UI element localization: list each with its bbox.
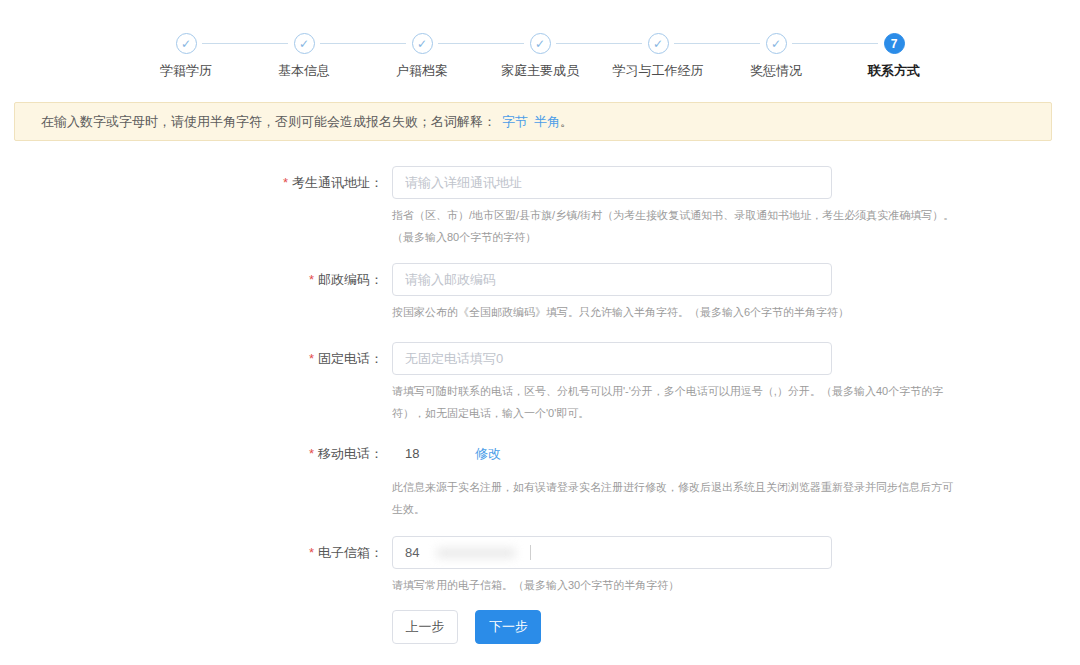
step-5-experience[interactable]: ✓ 学习与工作经历 [599, 33, 717, 80]
address-input[interactable] [392, 166, 832, 199]
step-1-education[interactable]: ✓ 学籍学历 [127, 33, 245, 80]
step-label: 奖惩情况 [750, 62, 802, 80]
required-asterisk: * [309, 272, 314, 287]
prev-step-button[interactable]: 上一步 [392, 610, 458, 644]
mobile-label: 移动电话： [318, 446, 383, 461]
mobile-value: 18 [405, 446, 419, 461]
step-circle: 7 [884, 33, 905, 54]
notice-banner: 在输入数字或字母时，请使用半角字符，否则可能会造成报名失败；名词解释： 字节半角。 [14, 102, 1052, 141]
notice-text: 在输入数字或字母时，请使用半角字符，否则可能会造成报名失败；名词解释： [41, 113, 496, 131]
text-cursor [530, 545, 531, 560]
postcode-input[interactable] [392, 263, 832, 296]
step-number: 7 [891, 37, 898, 51]
step-label: 学籍学历 [160, 62, 212, 80]
field-postcode: * 邮政编码： 按国家公布的《全国邮政编码》填写。只允许输入半角字符。（最多输入6… [0, 263, 1080, 323]
step-label: 基本信息 [278, 62, 330, 80]
required-asterisk: * [309, 446, 314, 461]
field-email: * 电子信箱： 请填写常用的电子信箱。（最多输入30个字节的半角字符） [0, 536, 1080, 596]
step-label: 户籍档案 [396, 62, 448, 80]
field-mobile: * 移动电话： 18 修改 此信息来源于实名注册，如有误请登录实名注册进行修改，修… [0, 437, 1080, 520]
step-7-contact[interactable]: 7 联系方式 [835, 33, 953, 80]
step-circle: ✓ [530, 33, 551, 54]
byte-link[interactable]: 字节 [502, 113, 528, 131]
required-asterisk: * [309, 545, 314, 560]
form-actions: 上一步 下一步 [0, 610, 1080, 644]
required-asterisk: * [283, 175, 288, 190]
check-icon: ✓ [417, 37, 427, 51]
check-icon: ✓ [771, 37, 781, 51]
modify-link[interactable]: 修改 [475, 446, 501, 461]
postcode-help: 按国家公布的《全国邮政编码》填写。只允许输入半角字符。（最多输入6个字节的半角字… [392, 301, 945, 323]
stepper: ✓ 学籍学历 ✓ 基本信息 ✓ 户籍档案 ✓ 家庭主要成员 ✓ 学习与工作经历 … [0, 0, 1080, 80]
step-4-family[interactable]: ✓ 家庭主要成员 [481, 33, 599, 80]
check-icon: ✓ [653, 37, 663, 51]
field-address: * 考生通讯地址： 指省（区、市）/地市区盟/县市旗/乡镇/街村（为考生接收复试通… [0, 166, 1080, 248]
step-6-rewards[interactable]: ✓ 奖惩情况 [717, 33, 835, 80]
step-circle: ✓ [766, 33, 787, 54]
step-label: 学习与工作经历 [613, 62, 704, 80]
censored-blur [437, 548, 515, 558]
check-icon: ✓ [535, 37, 545, 51]
next-step-button[interactable]: 下一步 [475, 610, 541, 644]
step-label: 家庭主要成员 [501, 62, 579, 80]
halfwidth-link[interactable]: 半角 [534, 113, 560, 131]
step-label: 联系方式 [868, 62, 920, 80]
email-label: 电子信箱： [318, 545, 383, 560]
notice-suffix: 。 [560, 113, 573, 131]
step-2-basic-info[interactable]: ✓ 基本信息 [245, 33, 363, 80]
registration-contact-page: ✓ 学籍学历 ✓ 基本信息 ✓ 户籍档案 ✓ 家庭主要成员 ✓ 学习与工作经历 … [0, 0, 1080, 665]
contact-form: * 考生通讯地址： 指省（区、市）/地市区盟/县市旗/乡镇/街村（为考生接收复试通… [0, 166, 1080, 644]
step-circle: ✓ [176, 33, 197, 54]
step-circle: ✓ [648, 33, 669, 54]
required-asterisk: * [309, 351, 314, 366]
landline-label: 固定电话： [318, 351, 383, 366]
postcode-label: 邮政编码： [318, 272, 383, 287]
check-icon: ✓ [299, 37, 309, 51]
step-circle: ✓ [412, 33, 433, 54]
step-3-household[interactable]: ✓ 户籍档案 [363, 33, 481, 80]
landline-input[interactable] [392, 342, 832, 375]
field-landline: * 固定电话： 请填写可随时联系的电话，区号、分机号可以用'-'分开，多个电话可以… [0, 342, 1080, 424]
mobile-help: 此信息来源于实名注册，如有误请登录实名注册进行修改，修改后退出系统且关闭浏览器重… [392, 476, 958, 520]
check-icon: ✓ [181, 37, 191, 51]
address-label: 考生通讯地址： [292, 175, 383, 190]
step-circle: ✓ [294, 33, 315, 54]
address-help: 指省（区、市）/地市区盟/县市旗/乡镇/街村（为考生接收复试通知书、录取通知书地… [392, 204, 964, 248]
email-help: 请填写常用的电子信箱。（最多输入30个字节的半角字符） [392, 574, 945, 596]
landline-help: 请填写可随时联系的电话，区号、分机号可以用'-'分开，多个电话可以用逗号（,）分… [392, 380, 945, 424]
